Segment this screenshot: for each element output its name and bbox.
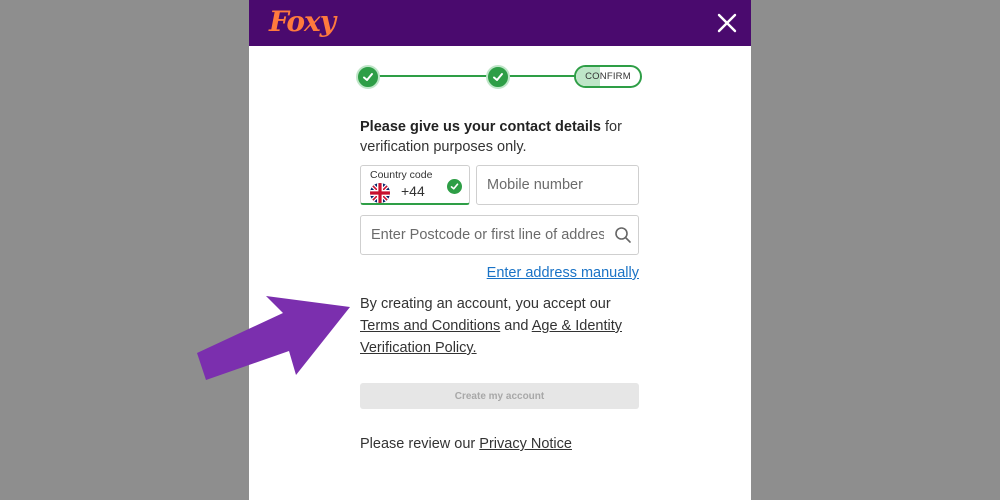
step-complete-2 — [486, 65, 510, 89]
step-connector — [378, 75, 488, 77]
country-code-select[interactable]: Country code +44 — [360, 165, 470, 205]
country-code-value: +44 — [401, 183, 425, 199]
step-connector — [508, 75, 576, 77]
terms-text: By creating an account, you accept our T… — [360, 293, 630, 359]
search-icon[interactable] — [614, 226, 632, 244]
signup-modal: Foxy CONFIRM Please give us your contact… — [249, 0, 751, 500]
privacy-notice-link[interactable]: Privacy Notice — [479, 436, 572, 452]
uk-flag-icon — [370, 183, 390, 203]
postcode-input[interactable] — [360, 215, 639, 255]
terms-prefix: By creating an account, you accept our — [360, 296, 611, 312]
valid-check-icon — [447, 179, 462, 194]
country-code-label: Country code — [370, 169, 433, 181]
foxy-logo: Foxy — [269, 5, 336, 38]
privacy-text: Please review our Privacy Notice — [360, 436, 572, 452]
terms-and-conditions-link[interactable]: Terms and Conditions — [360, 318, 500, 334]
check-icon — [363, 73, 373, 81]
check-icon — [493, 73, 503, 81]
modal-header: Foxy — [249, 0, 751, 46]
mobile-number-input[interactable] — [476, 165, 639, 205]
close-button[interactable] — [715, 11, 739, 35]
enter-address-manually-link[interactable]: Enter address manually — [481, 265, 639, 281]
create-account-button[interactable]: Create my account — [360, 383, 639, 409]
intro-bold: Please give us your contact details — [360, 119, 601, 135]
privacy-prefix: Please review our — [360, 436, 480, 452]
terms-and: and — [500, 318, 532, 334]
step-confirm: CONFIRM — [574, 65, 642, 88]
intro-text: Please give us your contact details for … — [360, 117, 650, 157]
step-complete-1 — [356, 65, 380, 89]
step-confirm-label: CONFIRM — [585, 71, 631, 82]
progress-steps: CONFIRM — [356, 64, 646, 90]
close-icon — [717, 13, 737, 33]
